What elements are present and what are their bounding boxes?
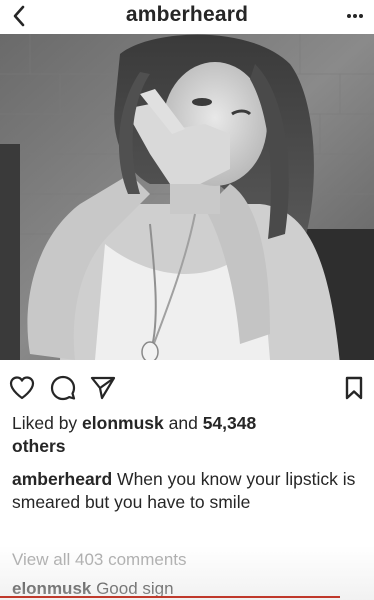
share-button[interactable]	[89, 374, 117, 402]
send-icon	[90, 376, 116, 400]
post-caption: amberheard When you know your lipstick i…	[12, 468, 362, 514]
post-actions-bar	[0, 366, 374, 406]
comment-button[interactable]	[49, 374, 77, 402]
likes-count[interactable]: 54,348	[203, 413, 257, 433]
red-underline	[0, 596, 340, 598]
more-dots-icon	[347, 14, 363, 18]
header-username[interactable]: amberheard	[0, 3, 374, 27]
likes-middle: and	[163, 413, 203, 433]
post-header: amberheard	[0, 0, 374, 34]
more-options-button[interactable]	[344, 6, 366, 26]
save-button[interactable]	[340, 374, 368, 402]
caption-username[interactable]: amberheard	[12, 469, 112, 489]
comment-icon	[50, 375, 76, 401]
likes-prefix: Liked by	[12, 413, 83, 433]
like-button[interactable]	[8, 374, 36, 402]
liked-by-user[interactable]: elonmusk	[82, 413, 164, 433]
photo-illustration	[0, 34, 374, 360]
bookmark-icon	[345, 376, 363, 400]
likes-others[interactable]: others	[12, 436, 65, 456]
post-photo[interactable]	[0, 34, 374, 360]
view-all-comments-link[interactable]: View all 403 comments	[12, 550, 187, 570]
heart-icon	[9, 376, 35, 400]
instagram-post-screen: amberheard Liked by elonmusk and 54,348 …	[0, 0, 374, 600]
likes-summary[interactable]: Liked by elonmusk and 54,348 others	[12, 412, 362, 458]
